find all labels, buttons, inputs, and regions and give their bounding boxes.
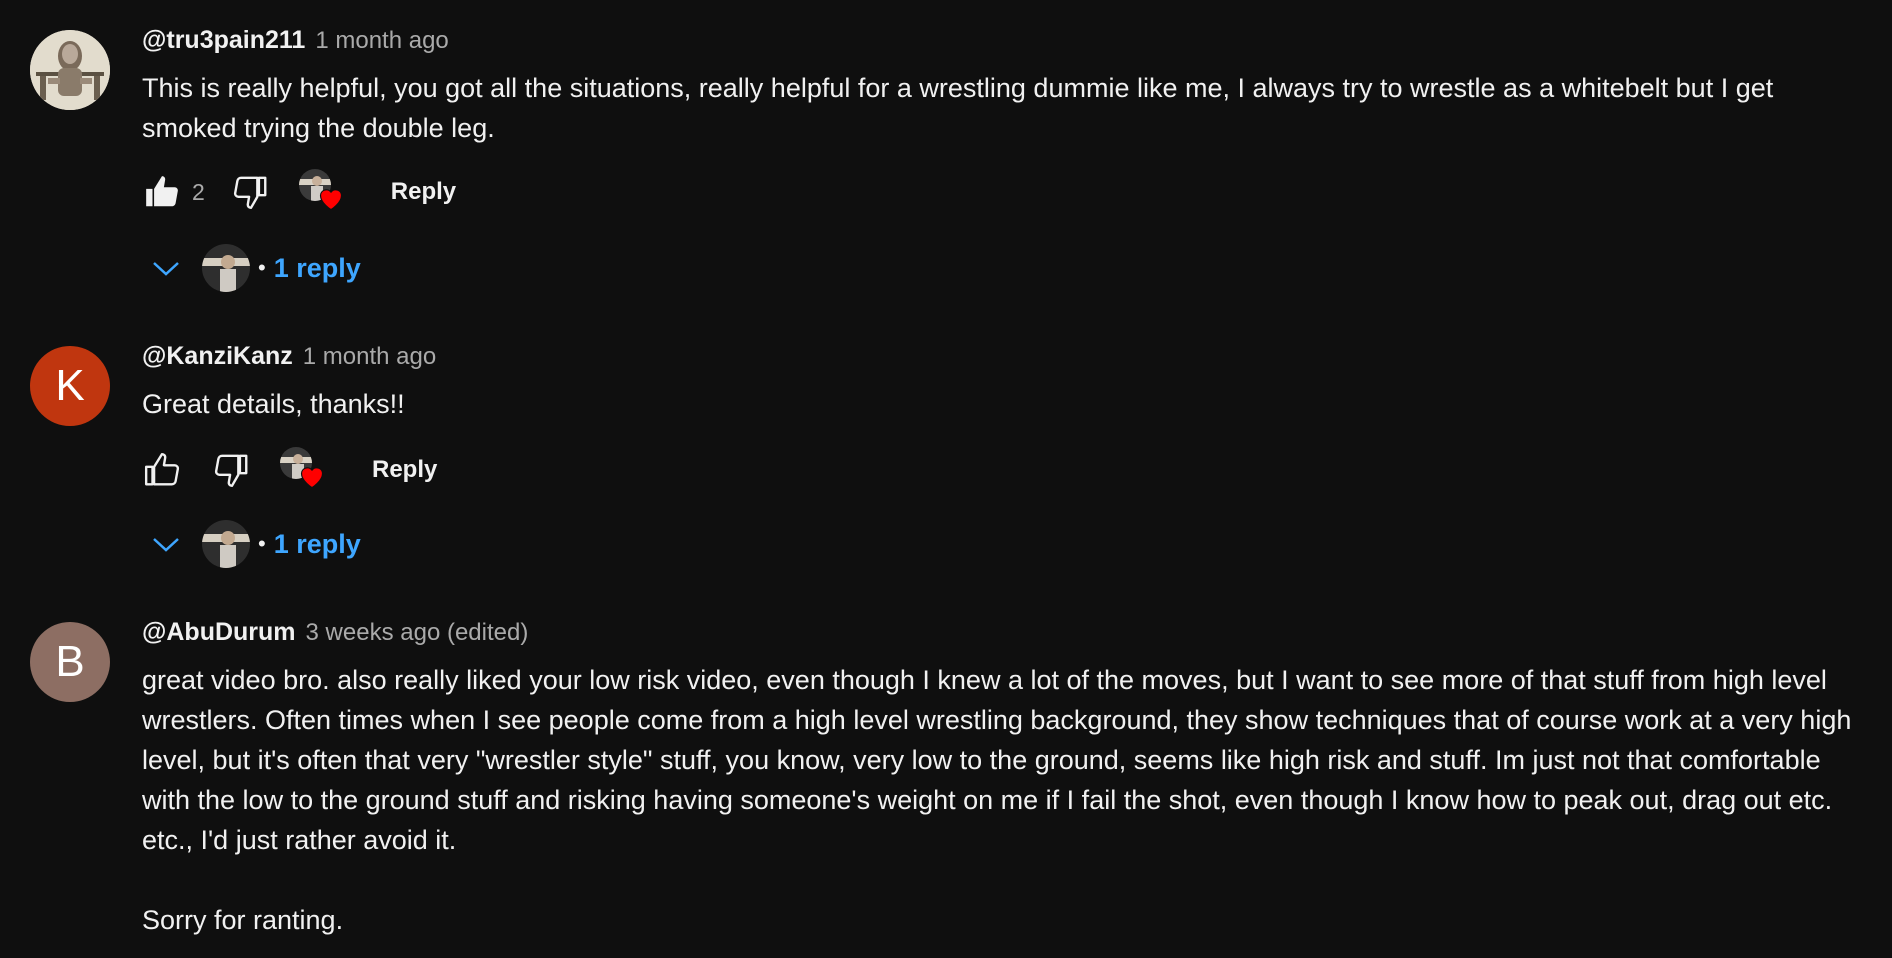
chevron-down-icon — [146, 248, 186, 288]
like-button[interactable] — [142, 172, 182, 212]
comment-header: @AbuDurum 3 weeks ago (edited) — [142, 618, 1862, 654]
thumbs-up-icon — [144, 452, 180, 486]
avatar[interactable]: B — [30, 622, 110, 702]
replies-count: 1 reply — [273, 252, 361, 283]
dislike-button[interactable] — [231, 172, 271, 212]
comment-action-bar: Reply — [142, 440, 1862, 500]
avatar-image — [30, 30, 110, 110]
avatar-letter: B — [55, 637, 85, 686]
avatar-letter: K — [55, 361, 85, 410]
heart-icon — [300, 467, 324, 489]
separator-dot: • — [258, 531, 266, 556]
creator-heart-badge — [280, 447, 328, 493]
comment-header: @KanziKanz 1 month ago — [142, 342, 1862, 378]
avatar[interactable]: K — [30, 346, 110, 426]
comment-action-bar: 2 Reply — [142, 162, 1862, 222]
comment-text: Great details, thanks!! — [142, 389, 405, 419]
replies-count: 1 reply — [273, 528, 361, 559]
comment-timestamp[interactable]: 1 month ago — [303, 343, 436, 371]
creator-heart-badge — [298, 169, 347, 215]
comment-body: @tru3pain211 1 month ago This is really … — [142, 26, 1862, 298]
author-name[interactable]: @KanziKanz — [142, 342, 293, 371]
comment-text: This is really helpful, you got all the … — [142, 73, 1781, 143]
author-name[interactable]: @AbuDurum — [142, 618, 296, 647]
comment-timestamp[interactable]: 1 month ago — [315, 27, 448, 55]
comment-timestamp[interactable]: 3 weeks ago (edited) — [306, 619, 529, 647]
separator-dot: • — [258, 255, 266, 280]
dislike-button[interactable] — [212, 450, 252, 490]
like-button[interactable] — [142, 450, 182, 490]
thumbs-up-icon — [146, 176, 178, 207]
chevron-down-icon — [146, 524, 186, 564]
reply-button[interactable]: Reply — [383, 172, 464, 212]
thumbs-down-icon — [233, 176, 267, 210]
thumbs-down-icon — [214, 454, 248, 488]
comment-text: great video bro. also really liked your … — [142, 665, 1852, 935]
author-name[interactable]: @tru3pain211 — [142, 26, 305, 55]
reply-button[interactable]: Reply — [364, 450, 445, 490]
view-replies-button[interactable]: • 1 reply — [142, 514, 1862, 574]
comment-body: @AbuDurum 3 weeks ago (edited) great vid… — [142, 618, 1862, 940]
heart-icon — [319, 189, 342, 211]
replier-avatar — [202, 520, 250, 568]
avatar[interactable] — [30, 30, 110, 110]
replier-avatar — [202, 244, 250, 292]
comment-header: @tru3pain211 1 month ago — [142, 26, 1862, 62]
like-count: 2 — [192, 178, 205, 205]
comment-body: @KanziKanz 1 month ago Great details, th… — [142, 342, 1862, 574]
view-replies-button[interactable]: • 1 reply — [142, 238, 1862, 298]
